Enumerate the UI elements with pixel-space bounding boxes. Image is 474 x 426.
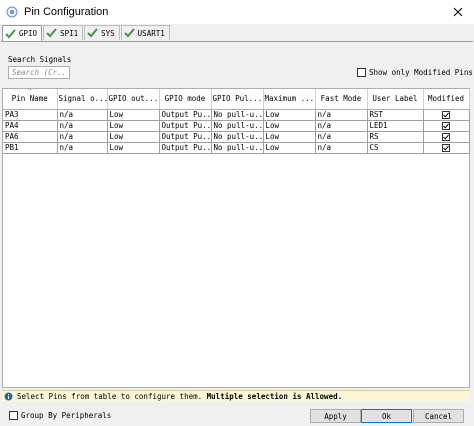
apply-button[interactable]: Apply bbox=[310, 409, 361, 423]
window-title: Pin Configuration bbox=[24, 6, 109, 18]
cell-signal: n/a bbox=[57, 131, 108, 143]
modified-checkbox bbox=[442, 110, 450, 119]
cell-fast: n/a bbox=[315, 131, 368, 143]
cell-mode: Output Pu... bbox=[159, 109, 212, 121]
cell-speed: Low bbox=[263, 131, 316, 143]
cell-pin: PA4 bbox=[3, 120, 58, 132]
table-row[interactable]: PA4 n/a Low Output Pu... No pull-u... Lo… bbox=[3, 120, 470, 132]
cell-signal: n/a bbox=[57, 120, 108, 132]
column-header-gpio-mode[interactable]: GPIO mode bbox=[159, 89, 212, 110]
ok-button[interactable]: Ok bbox=[361, 409, 412, 423]
show-modified-toggle[interactable]: Show only Modified Pins bbox=[357, 68, 473, 77]
column-header-user-label[interactable]: User Label bbox=[367, 89, 424, 110]
cell-label: RST bbox=[367, 109, 424, 121]
cell-pin: PA3 bbox=[3, 109, 58, 121]
cell-output: Low bbox=[107, 131, 160, 143]
group-by-label: Group By Peripherals bbox=[21, 411, 112, 420]
cell-signal: n/a bbox=[57, 142, 108, 154]
cell-speed: Low bbox=[263, 142, 316, 154]
tab-usart1[interactable]: USART1 bbox=[120, 25, 170, 40]
modified-checkbox bbox=[442, 132, 450, 141]
tab-label: USART1 bbox=[137, 28, 165, 38]
search-label: Search Signals bbox=[8, 55, 72, 64]
cell-label: CS bbox=[367, 142, 424, 154]
tab-label: SPI1 bbox=[60, 28, 79, 38]
modified-checkbox bbox=[442, 143, 450, 152]
cell-signal: n/a bbox=[57, 109, 108, 121]
check-icon bbox=[46, 28, 57, 38]
cell-pull: No pull-u... bbox=[211, 131, 264, 143]
tab-label: SYS bbox=[101, 28, 115, 38]
check-icon bbox=[87, 28, 98, 38]
cell-modified bbox=[423, 131, 470, 143]
status-bold-text: Multiple selection is Allowed. bbox=[206, 392, 343, 401]
column-header-modified[interactable]: Modified bbox=[423, 89, 470, 110]
cell-fast: n/a bbox=[315, 142, 368, 154]
table-row[interactable]: PA6 n/a Low Output Pu... No pull-u... Lo… bbox=[3, 131, 470, 143]
cell-pull: No pull-u... bbox=[211, 120, 264, 132]
cell-label: RS bbox=[367, 131, 424, 143]
info-icon bbox=[4, 392, 13, 401]
check-icon bbox=[5, 28, 16, 38]
cell-output: Low bbox=[107, 120, 160, 132]
column-header-gpio-pull[interactable]: GPIO Pul... bbox=[211, 89, 264, 110]
cell-mode: Output Pu... bbox=[159, 131, 212, 143]
status-bar: Select Pins from table to configure them… bbox=[2, 390, 470, 402]
tab-sys[interactable]: SYS bbox=[84, 25, 120, 40]
check-icon bbox=[123, 28, 135, 38]
cell-pull: No pull-u... bbox=[211, 109, 264, 121]
cell-modified bbox=[423, 120, 470, 132]
cell-output: Low bbox=[107, 142, 160, 154]
tab-bar: GPIO SPI1 SYS USART1 bbox=[2, 25, 171, 41]
column-header-pin-name[interactable]: ^ Pin Name bbox=[3, 89, 58, 110]
search-input[interactable] bbox=[8, 66, 70, 79]
column-header-gpio-output[interactable]: GPIO out... bbox=[107, 89, 160, 110]
cell-mode: Output Pu... bbox=[159, 120, 212, 132]
cell-pull: No pull-u... bbox=[211, 142, 264, 154]
app-icon bbox=[6, 6, 18, 18]
pin-table: ^ Pin Name Signal o... GPIO out... GPIO m… bbox=[2, 88, 470, 388]
cell-label: LED1 bbox=[367, 120, 424, 132]
tab-label: GPIO bbox=[19, 29, 38, 38]
cell-speed: Low bbox=[263, 120, 316, 132]
cell-modified bbox=[423, 142, 470, 154]
column-header-signal[interactable]: Signal o... bbox=[57, 89, 108, 110]
show-modified-label: Show only Modified Pins bbox=[369, 68, 473, 77]
sort-caret-icon: ^ bbox=[27, 89, 32, 95]
tab-gpio[interactable]: GPIO bbox=[2, 25, 43, 41]
cell-pin: PA6 bbox=[3, 131, 58, 143]
modified-checkbox bbox=[442, 121, 450, 130]
group-by-checkbox[interactable] bbox=[9, 411, 18, 420]
cell-output: Low bbox=[107, 109, 160, 121]
cell-fast: n/a bbox=[315, 120, 368, 132]
cell-fast: n/a bbox=[315, 109, 368, 121]
cell-speed: Low bbox=[263, 109, 316, 121]
cell-mode: Output Pu... bbox=[159, 142, 212, 154]
cancel-button[interactable]: Cancel bbox=[413, 409, 464, 423]
group-by-toggle[interactable]: Group By Peripherals bbox=[9, 411, 111, 420]
column-header-max-speed[interactable]: Maximum ... bbox=[263, 89, 316, 110]
cell-modified bbox=[423, 109, 470, 121]
table-row[interactable]: PB1 n/a Low Output Pu... No pull-u... Lo… bbox=[3, 142, 470, 154]
cell-pin: PB1 bbox=[3, 142, 58, 154]
show-modified-checkbox[interactable] bbox=[357, 68, 366, 77]
footer: Group By Peripherals Apply Ok Cancel bbox=[0, 404, 474, 426]
close-icon bbox=[453, 7, 463, 17]
table-row[interactable]: PA3 n/a Low Output Pu... No pull-u... Lo… bbox=[3, 109, 470, 121]
tab-spi1[interactable]: SPI1 bbox=[43, 25, 84, 40]
column-header-fast-mode[interactable]: Fast Mode bbox=[315, 89, 368, 110]
status-text: Select Pins from table to configure them… bbox=[17, 392, 203, 401]
close-button[interactable] bbox=[442, 0, 474, 24]
table-header-row: ^ Pin Name Signal o... GPIO out... GPIO m… bbox=[3, 89, 470, 110]
title-bar: Pin Configuration bbox=[0, 0, 474, 24]
